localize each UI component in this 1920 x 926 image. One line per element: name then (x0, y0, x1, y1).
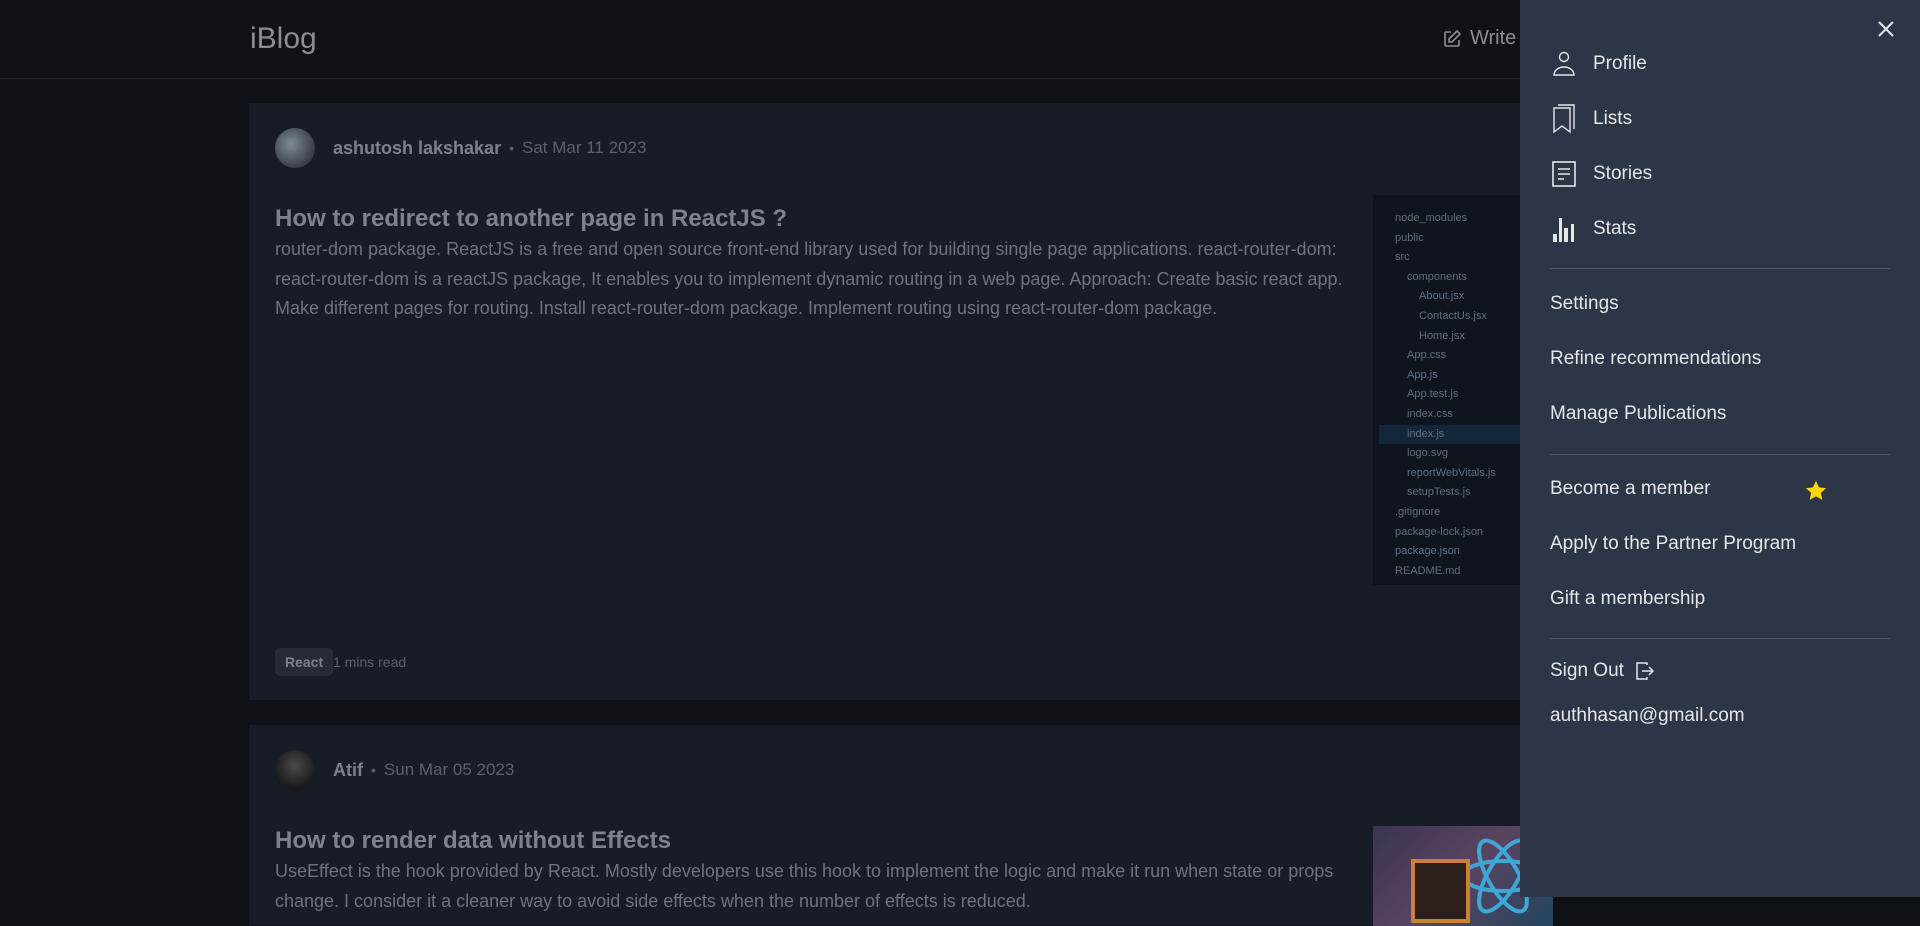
menu-item-label: Profile (1593, 53, 1647, 74)
post-card[interactable]: Atif • Sun Mar 05 2023 How to render dat… (249, 725, 1553, 926)
edit-icon (1444, 29, 1462, 47)
menu-item-stories[interactable]: Stories (1550, 158, 1652, 190)
sign-out-button[interactable]: Sign Out (1550, 660, 1654, 682)
avatar[interactable] (275, 128, 315, 168)
write-label: Write (1470, 27, 1517, 49)
menu-item-manage-publications[interactable]: Manage Publications (1550, 403, 1726, 425)
post-title[interactable]: How to render data without Effects (275, 827, 671, 855)
menu-item-label: Stories (1593, 163, 1653, 184)
menu-item-settings[interactable]: Settings (1550, 293, 1619, 315)
close-icon[interactable] (1875, 18, 1897, 40)
post-excerpt: router-dom package. ReactJS is a free an… (275, 239, 1343, 318)
person-icon (1550, 48, 1578, 80)
menu-item-partner-program[interactable]: Apply to the Partner Program (1550, 533, 1796, 555)
menu-item-stats[interactable]: Stats (1550, 213, 1636, 245)
menu-item-profile[interactable]: Profile (1550, 48, 1647, 80)
divider (1550, 638, 1890, 639)
post-meta: ashutosh lakshakar • Sat Mar 11 2023 (275, 128, 646, 168)
post-card[interactable]: ashutosh lakshakar • Sat Mar 11 2023 How… (249, 103, 1553, 700)
bar-chart-icon (1550, 213, 1578, 245)
read-time: 1 mins read (333, 654, 407, 670)
author-name[interactable]: ashutosh lakshakar (333, 138, 501, 159)
post-title[interactable]: How to redirect to another page in React… (275, 205, 787, 233)
sign-out-label: Sign Out (1550, 660, 1624, 681)
bookmarks-icon (1550, 103, 1578, 135)
divider (1550, 268, 1890, 269)
author-name[interactable]: Atif (333, 760, 363, 781)
separator-dot: • (371, 762, 376, 778)
avatar[interactable] (275, 750, 315, 790)
sign-out-icon (1636, 662, 1654, 680)
logo[interactable]: iBlog (250, 22, 317, 56)
write-button[interactable]: Write (1442, 27, 1516, 50)
divider (1550, 454, 1890, 455)
menu-item-gift-membership[interactable]: Gift a membership (1550, 588, 1705, 610)
separator-dot: • (509, 140, 514, 156)
menu-item-become-member[interactable]: Become a member (1550, 478, 1711, 500)
post-meta: Atif • Sun Mar 05 2023 (275, 750, 514, 790)
menu-item-label: Stats (1593, 218, 1637, 239)
menu-item-refine-recommendations[interactable]: Refine recommendations (1550, 348, 1761, 370)
menu-item-label: Lists (1593, 108, 1633, 129)
star-icon (1805, 480, 1827, 500)
user-email: authhasan@gmail.com (1550, 705, 1745, 726)
post-excerpt: UseEffect is the hook provided by React.… (275, 861, 1334, 911)
tag-react[interactable]: React (275, 648, 334, 676)
post-date: Sat Mar 11 2023 (521, 138, 647, 157)
document-icon (1550, 158, 1578, 190)
menu-item-lists[interactable]: Lists (1550, 103, 1632, 135)
post-date: Sun Mar 05 2023 (383, 760, 515, 779)
